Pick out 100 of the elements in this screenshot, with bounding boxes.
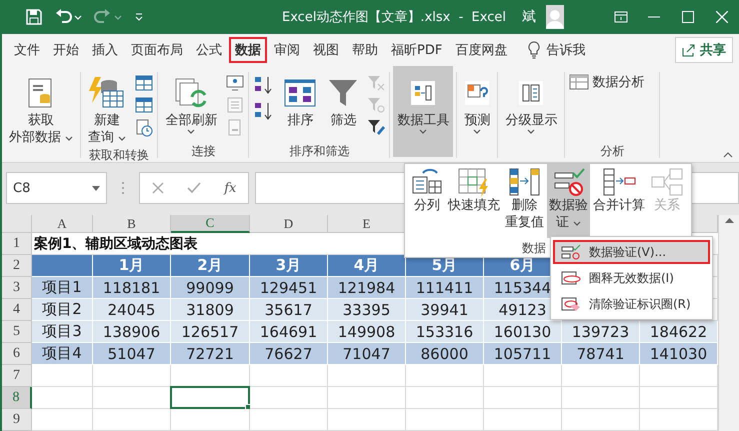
table-cell: 31809 bbox=[171, 299, 250, 321]
table-cell: 153316 bbox=[406, 321, 484, 343]
table-cell: 118181 bbox=[93, 277, 171, 299]
row-header[interactable]: 9 bbox=[2, 409, 32, 431]
collapse-ribbon-icon[interactable] bbox=[723, 152, 733, 158]
menu-tab[interactable]: 帮助 bbox=[346, 37, 384, 63]
filter-refresh-icon bbox=[367, 97, 386, 113]
caret-icon bbox=[187, 129, 196, 134]
monitor-icon bbox=[226, 75, 244, 91]
maximize-icon bbox=[682, 11, 694, 23]
ribbon-small-button[interactable] bbox=[225, 74, 246, 92]
ribbon-button[interactable]: 数据工具 bbox=[393, 66, 454, 157]
table-icon bbox=[135, 75, 154, 91]
data-tool-button[interactable]: 合并计算 bbox=[591, 164, 647, 217]
column-header[interactable]: A bbox=[32, 215, 93, 233]
row-header[interactable]: 6 bbox=[2, 343, 32, 365]
lightning-table-icon bbox=[89, 77, 126, 109]
caret-icon bbox=[527, 129, 536, 134]
window-title: Excel动态作图【文章】.xlsx - Excel bbox=[282, 9, 506, 26]
table-cell: 149908 bbox=[328, 321, 406, 343]
menu-item[interactable]: 数据验证(V)... bbox=[553, 240, 710, 264]
redo-icon bbox=[94, 9, 112, 25]
ribbon-button[interactable]: 分级显示 bbox=[501, 72, 562, 136]
vertical-scrollbar[interactable] bbox=[718, 215, 739, 431]
more-icon bbox=[121, 181, 125, 195]
ribbon-button[interactable]: 预测 bbox=[460, 72, 494, 136]
table-cell: 24045 bbox=[93, 299, 171, 321]
data-tool-button[interactable]: 删除 重复值 bbox=[503, 164, 546, 234]
ribbon-button[interactable]: 排序 bbox=[280, 72, 320, 131]
table-cell: 99099 bbox=[171, 277, 250, 299]
table-cell: 184622 bbox=[640, 321, 718, 343]
ribbon-small-button[interactable] bbox=[366, 118, 386, 136]
table-cell: 项目1 bbox=[32, 277, 93, 299]
table-cell: 78741 bbox=[562, 343, 640, 365]
row-header[interactable]: 8 bbox=[2, 387, 32, 409]
row-header[interactable]: 7 bbox=[2, 365, 32, 387]
column-header[interactable]: B bbox=[93, 215, 171, 233]
ribbon-small-button[interactable] bbox=[134, 118, 154, 138]
menu-tab[interactable]: 福昕PDF bbox=[385, 37, 448, 63]
caret-icon bbox=[114, 14, 122, 20]
tell-me-field[interactable]: 告诉我 bbox=[546, 41, 586, 59]
menu-tab[interactable]: 文件 bbox=[8, 37, 46, 63]
row-header[interactable]: 1 bbox=[2, 233, 32, 255]
row-header[interactable]: 2 bbox=[2, 255, 32, 277]
menu-tab[interactable]: 百度网盘 bbox=[449, 37, 514, 63]
caret-icon bbox=[65, 136, 74, 141]
table-cell: 160130 bbox=[484, 321, 562, 343]
document-clock-icon bbox=[135, 119, 154, 137]
data-tool-button[interactable]: 数据验 证 bbox=[547, 164, 590, 238]
table-cell: 164691 bbox=[250, 321, 328, 343]
row-header[interactable]: 5 bbox=[2, 321, 32, 343]
ribbon-button[interactable]: 筛选 bbox=[324, 72, 362, 131]
menu-tab[interactable]: 开始 bbox=[47, 37, 85, 63]
table-cell bbox=[32, 409, 93, 431]
flash-fill-icon bbox=[457, 167, 491, 197]
ribbon-button[interactable]: 获取 外部数据 bbox=[5, 72, 78, 148]
data-tool-button[interactable]: 快速填充 bbox=[446, 164, 502, 217]
table-cell: 72721 bbox=[171, 343, 250, 365]
data-tool-button[interactable]: 分列 bbox=[409, 164, 445, 217]
table-cell: 138906 bbox=[93, 321, 171, 343]
table-cell bbox=[32, 365, 93, 387]
table-cell: 86000 bbox=[406, 343, 484, 365]
group-label: 排序和筛选 bbox=[288, 144, 350, 158]
menu-tab[interactable]: 审阅 bbox=[268, 37, 306, 63]
column-header[interactable]: C bbox=[171, 215, 250, 233]
menu-tab[interactable]: 数据 bbox=[229, 37, 267, 63]
insert-function-button[interactable]: fx bbox=[224, 180, 236, 196]
minimize-icon bbox=[648, 16, 660, 18]
ribbon-small-button[interactable] bbox=[134, 74, 154, 92]
row-header[interactable]: 4 bbox=[2, 299, 32, 321]
table-cell: 51047 bbox=[93, 343, 171, 365]
caret-icon bbox=[74, 14, 82, 20]
table-cell: 39941 bbox=[406, 299, 484, 321]
menu-tab[interactable]: 页面布局 bbox=[125, 37, 189, 63]
row-header[interactable]: 3 bbox=[2, 277, 32, 299]
consolidate-icon bbox=[602, 167, 636, 197]
scroll-up-icon[interactable] bbox=[724, 218, 734, 223]
table-cell: 3月 bbox=[250, 255, 328, 277]
group-label: 获取和转换 bbox=[88, 148, 150, 162]
table-cell: 105711 bbox=[484, 343, 562, 365]
table-cell: 76627 bbox=[250, 343, 328, 365]
undo-icon bbox=[54, 9, 72, 25]
ribbon-button[interactable]: 新建 查询 bbox=[84, 72, 130, 148]
column-header[interactable]: D bbox=[250, 215, 328, 233]
column-header[interactable]: E bbox=[328, 215, 406, 233]
table-cell: 126517 bbox=[171, 321, 250, 343]
group-label: 分析 bbox=[599, 144, 626, 158]
menu-tab[interactable]: 视图 bbox=[307, 37, 345, 63]
menu-tab[interactable]: 插入 bbox=[86, 37, 124, 63]
share-button[interactable]: 共享 bbox=[675, 37, 733, 63]
data-analysis-button[interactable]: 数据分析 bbox=[568, 72, 646, 92]
caret-icon bbox=[92, 186, 100, 190]
close-icon bbox=[716, 11, 728, 23]
group-label: 连接 bbox=[190, 144, 216, 158]
table-cell: 139723 bbox=[562, 321, 640, 343]
table-cell bbox=[32, 387, 93, 409]
menu-tab[interactable]: 公式 bbox=[190, 37, 228, 63]
ribbon-button[interactable]: 全部刷新 bbox=[161, 72, 222, 136]
name-box[interactable]: C8 bbox=[6, 172, 107, 204]
ribbon-small-button[interactable] bbox=[134, 96, 154, 114]
